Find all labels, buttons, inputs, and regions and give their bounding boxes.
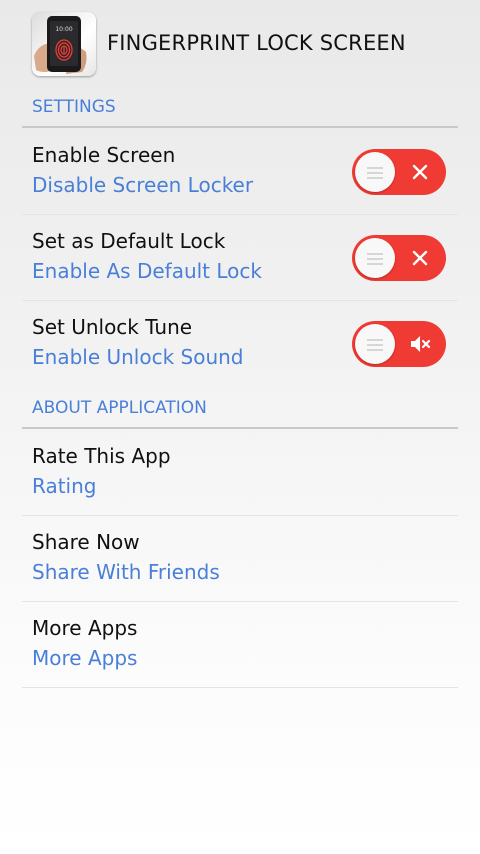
share-now-item[interactable]: Share Now Share With Friends xyxy=(22,516,458,602)
item-summary: Share With Friends xyxy=(32,560,220,584)
setting-summary: Enable As Default Lock xyxy=(32,259,262,283)
unlock-tune-toggle[interactable] xyxy=(352,321,446,367)
more-apps-item[interactable]: More Apps More Apps xyxy=(22,602,458,688)
setting-title: Enable Screen xyxy=(32,143,176,167)
item-title: Share Now xyxy=(32,530,140,554)
enable-screen-setting[interactable]: Enable Screen Disable Screen Locker xyxy=(22,129,458,215)
unlock-tune-setting[interactable]: Set Unlock Tune Enable Unlock Sound xyxy=(22,301,458,387)
enable-screen-toggle[interactable] xyxy=(352,149,446,195)
toggle-knob xyxy=(355,152,395,192)
settings-section-header: SETTINGS xyxy=(32,97,116,117)
item-title: Rate This App xyxy=(32,444,171,468)
setting-summary: Disable Screen Locker xyxy=(32,173,254,197)
rate-app-item[interactable]: Rate This App Rating xyxy=(22,430,458,516)
item-summary: More Apps xyxy=(32,646,138,670)
about-section-divider xyxy=(22,427,458,429)
toggle-knob xyxy=(355,238,395,278)
setting-title: Set as Default Lock xyxy=(32,229,226,253)
setting-title: Set Unlock Tune xyxy=(32,315,193,339)
close-icon xyxy=(412,250,428,266)
about-section-header: ABOUT APPLICATION xyxy=(32,398,207,418)
app-title: FINGERPRINT LOCK SCREEN xyxy=(107,31,406,55)
mute-speaker-icon xyxy=(411,336,431,352)
app-header: 10:00 FINGERPRINT LOCK SCREEN xyxy=(0,0,480,88)
item-summary: Rating xyxy=(32,474,97,498)
toggle-knob xyxy=(355,324,395,364)
close-icon xyxy=(412,164,428,180)
fingerprint-phone-app-icon: 10:00 xyxy=(32,12,96,76)
setting-summary: Enable Unlock Sound xyxy=(32,345,244,369)
set-default-lock-setting[interactable]: Set as Default Lock Enable As Default Lo… xyxy=(22,215,458,301)
default-lock-toggle[interactable] xyxy=(352,235,446,281)
item-title: More Apps xyxy=(32,616,138,640)
settings-section-divider xyxy=(22,126,458,128)
svg-text:10:00: 10:00 xyxy=(55,26,72,33)
